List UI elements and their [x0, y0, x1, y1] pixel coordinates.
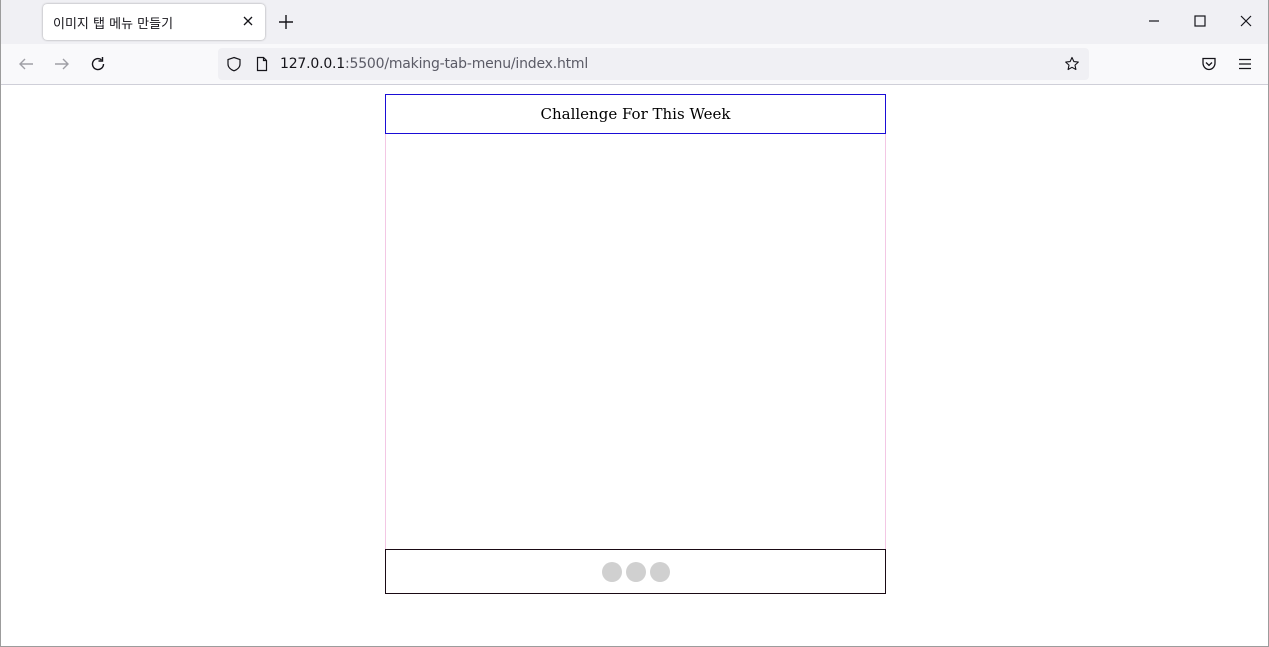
star-icon[interactable]	[1064, 56, 1080, 72]
pocket-icon[interactable]	[1200, 55, 1218, 73]
browser-window: 이미지 탭 메뉴 만들기 127.0.0.1:5500/making-tab-m…	[0, 0, 1269, 647]
plus-icon[interactable]	[277, 13, 295, 31]
url-host: 127.0.0.1	[280, 56, 345, 72]
back-arrow-icon[interactable]	[17, 55, 35, 73]
hamburger-menu-icon[interactable]	[1236, 55, 1254, 73]
page-title: Challenge For This Week	[385, 94, 886, 134]
tab-strip: 이미지 탭 메뉴 만들기	[1, 0, 1268, 44]
tab-dots-bar	[385, 549, 886, 594]
maximize-icon[interactable]	[1191, 12, 1209, 30]
browser-tab[interactable]: 이미지 탭 메뉴 만들기	[43, 4, 265, 40]
tab-title: 이미지 탭 메뉴 만들기	[53, 17, 174, 32]
close-icon[interactable]	[240, 13, 256, 29]
page-content: Challenge For This Week	[1, 85, 1268, 646]
url-text[interactable]: 127.0.0.1:5500/making-tab-menu/index.htm…	[280, 56, 588, 72]
forward-arrow-icon[interactable]	[53, 55, 71, 73]
image-display-area	[385, 134, 886, 549]
tab-menu-card: Challenge For This Week	[385, 94, 886, 594]
close-window-icon[interactable]	[1237, 12, 1255, 30]
tab-dot-3[interactable]	[649, 561, 670, 582]
page-icon[interactable]	[254, 56, 270, 72]
reload-icon[interactable]	[89, 55, 107, 73]
shield-icon[interactable]	[226, 56, 242, 72]
url-path: :5500/making-tab-menu/index.html	[345, 56, 589, 72]
address-bar[interactable]: 127.0.0.1:5500/making-tab-menu/index.htm…	[218, 48, 1089, 80]
minimize-icon[interactable]	[1145, 12, 1163, 30]
nav-bar: 127.0.0.1:5500/making-tab-menu/index.htm…	[1, 44, 1268, 85]
tab-dot-2[interactable]	[625, 561, 646, 582]
tab-dot-1[interactable]	[601, 561, 622, 582]
